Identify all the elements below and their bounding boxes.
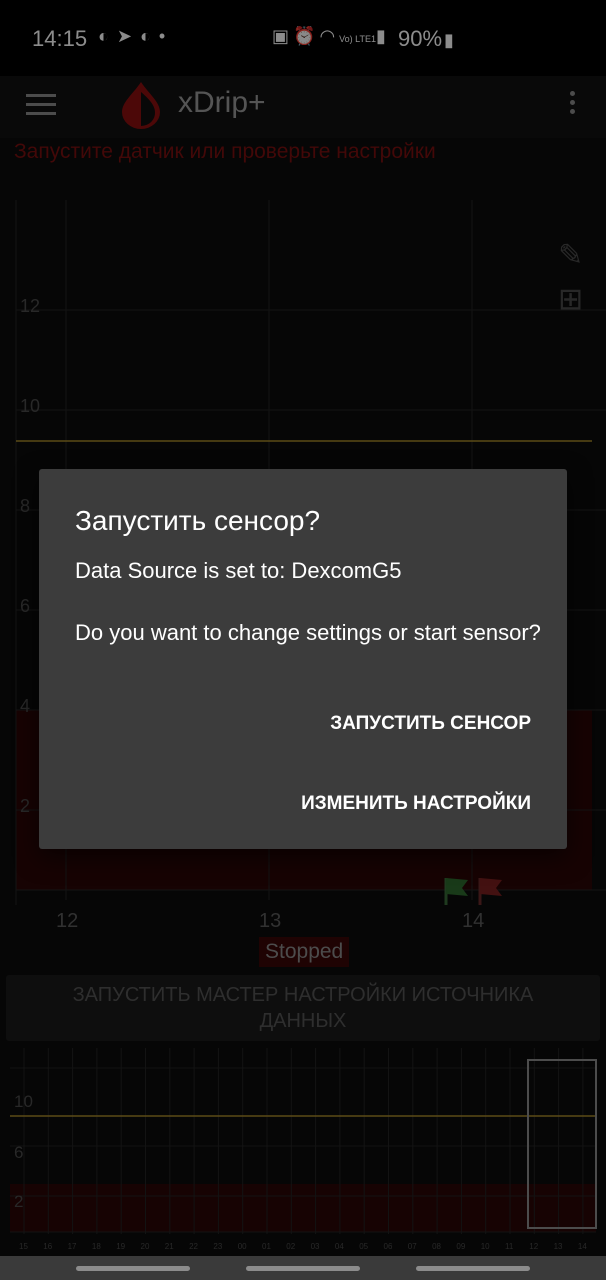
dialog-title: Запустить сенсор?	[75, 505, 321, 536]
dialog-message-question: Do you want to change settings or start …	[75, 620, 541, 645]
nav-recents-button[interactable]	[76, 1266, 190, 1271]
nav-back-button[interactable]	[416, 1266, 530, 1271]
navigation-bar	[0, 1256, 606, 1280]
nav-home-button[interactable]	[246, 1266, 360, 1271]
change-settings-button[interactable]: ИЗМЕНИТЬ НАСТРОЙКИ	[301, 793, 531, 815]
start-sensor-dialog: Запустить сенсор? Data Source is set to:…	[39, 469, 567, 849]
start-sensor-button[interactable]: ЗАПУСТИТЬ СЕНСОР	[330, 713, 531, 735]
dialog-message-source: Data Source is set to: DexcomG5	[75, 558, 402, 583]
